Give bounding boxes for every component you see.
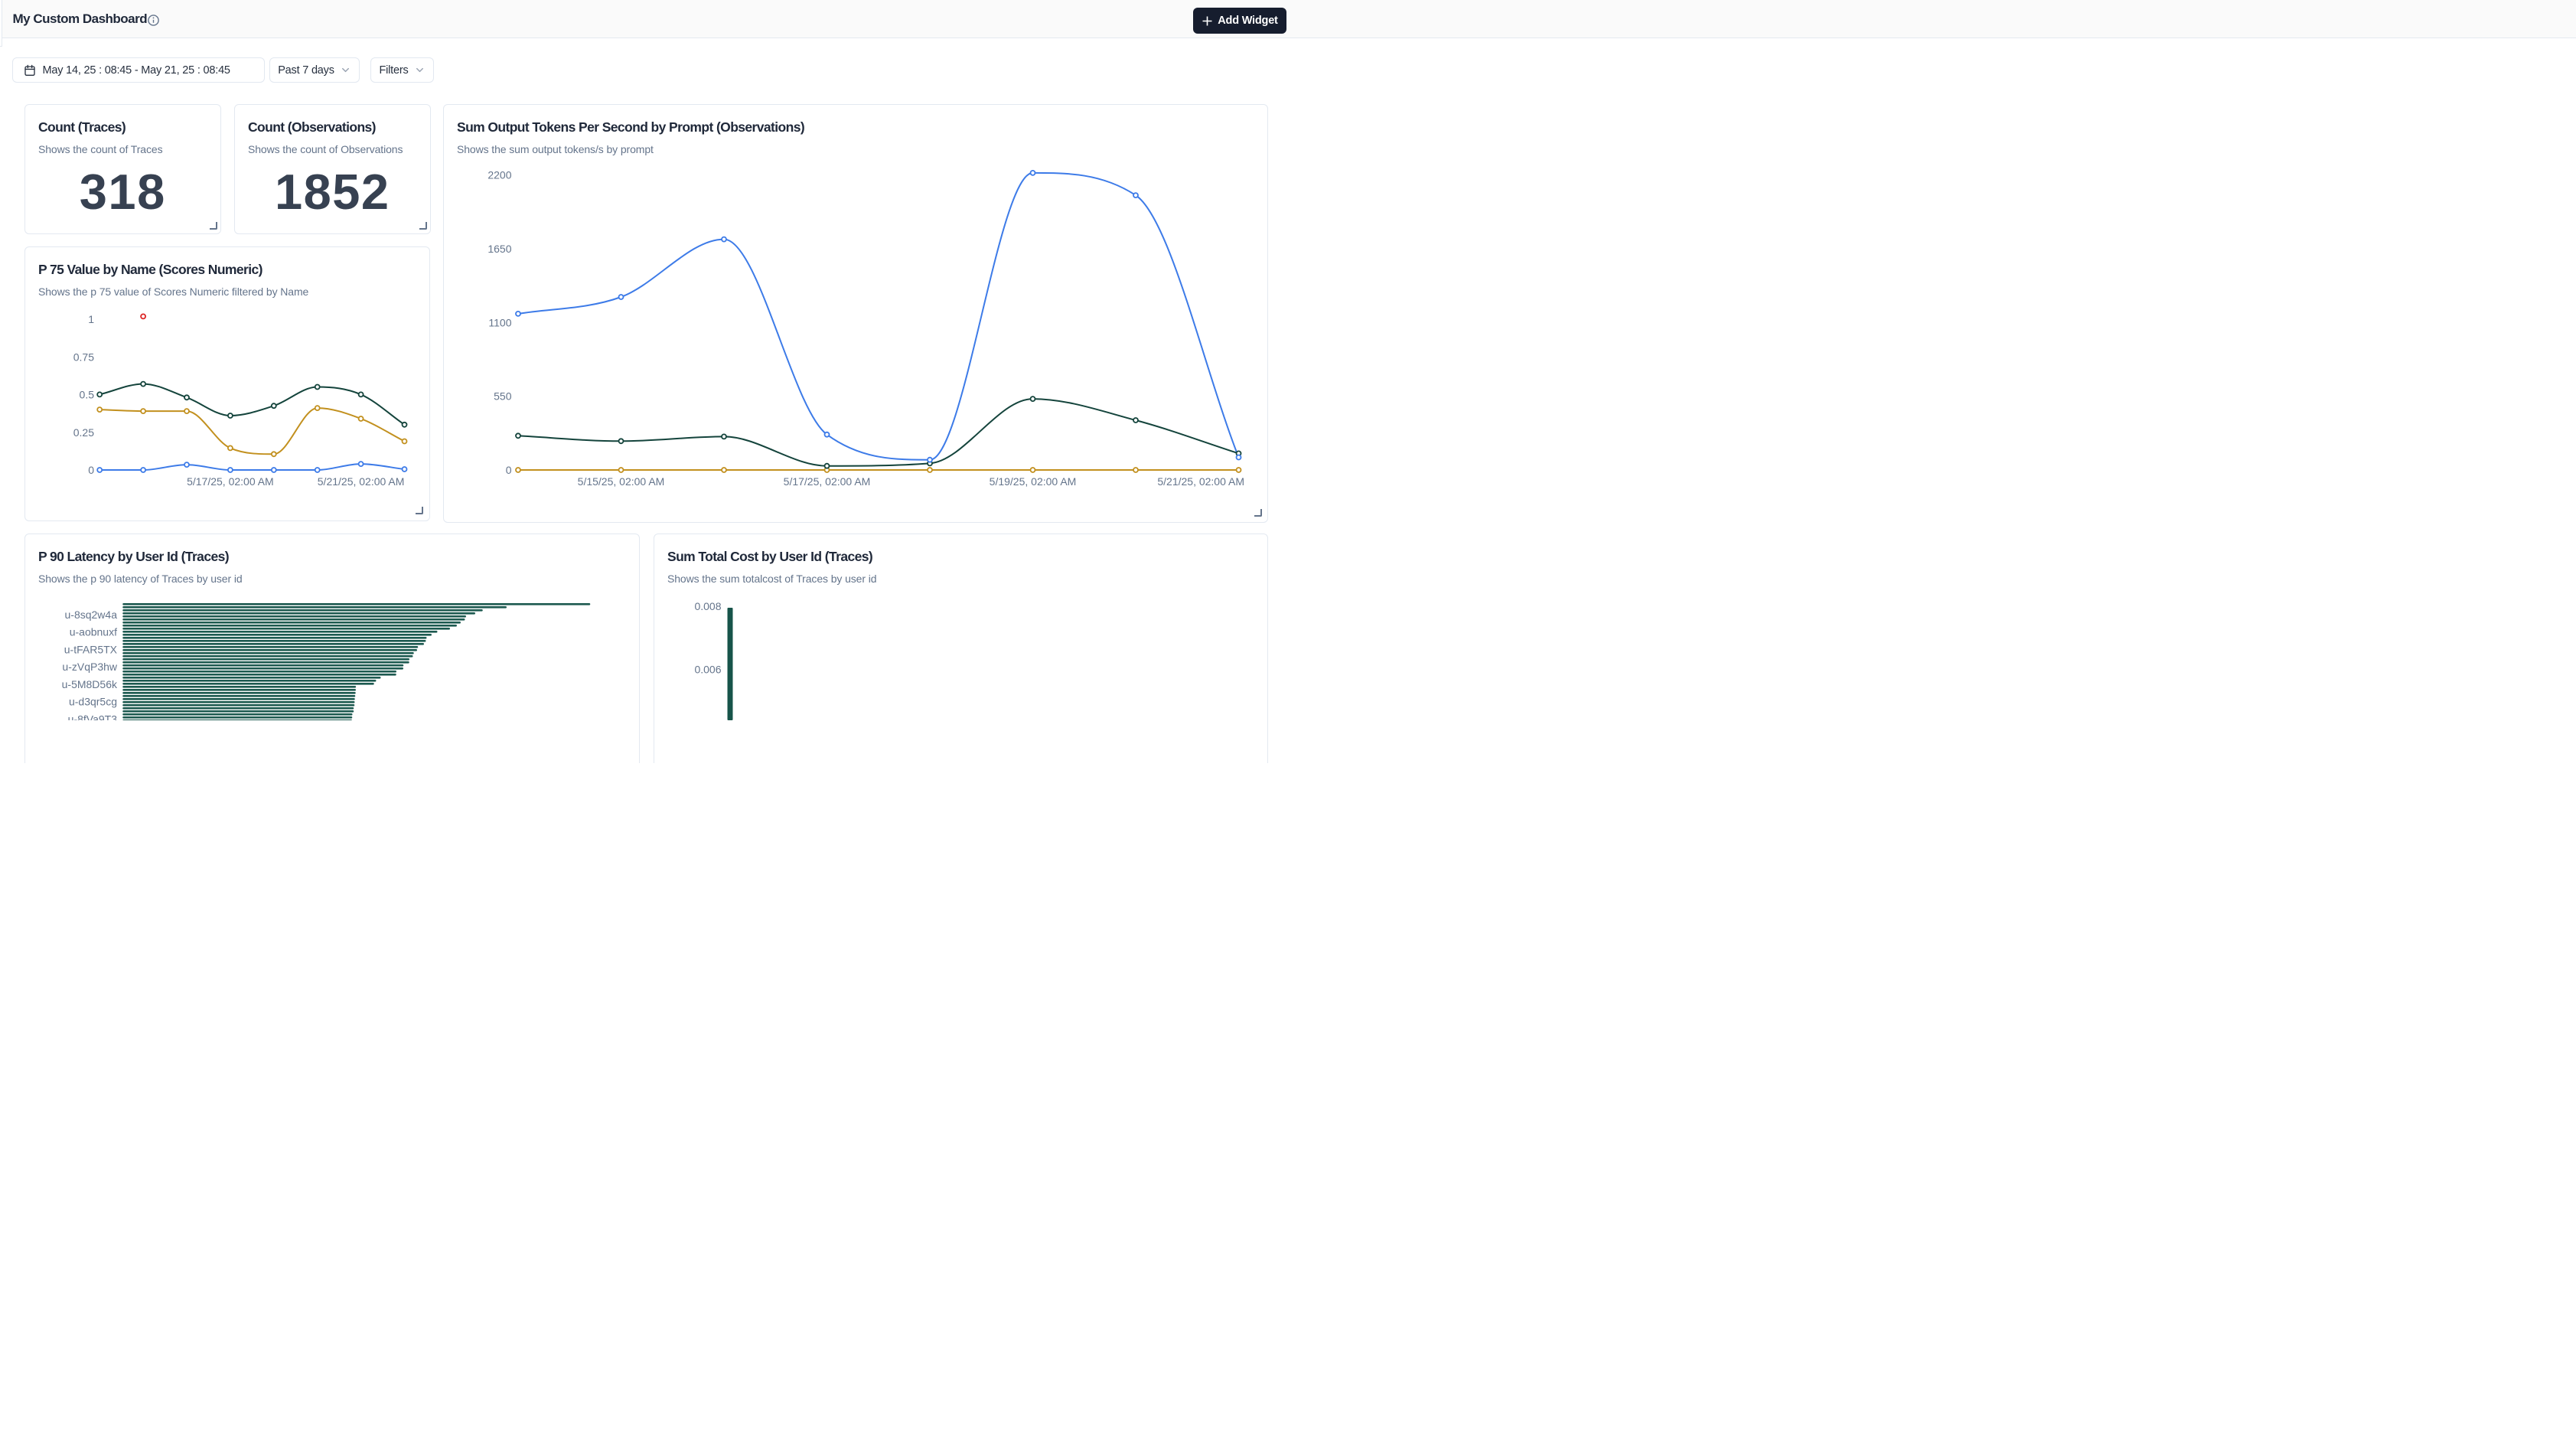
- svg-text:5/17/25, 02:00 AM: 5/17/25, 02:00 AM: [187, 475, 274, 488]
- svg-text:0: 0: [88, 464, 94, 476]
- svg-text:1650: 1650: [487, 243, 511, 255]
- svg-text:0.006: 0.006: [694, 664, 721, 676]
- svg-text:5/21/25, 02:00 AM: 5/21/25, 02:00 AM: [318, 475, 405, 488]
- svg-text:550: 550: [494, 390, 512, 403]
- svg-text:0.008: 0.008: [694, 600, 721, 612]
- svg-text:u-tFAR5TX: u-tFAR5TX: [64, 644, 118, 656]
- svg-text:0.5: 0.5: [80, 389, 95, 401]
- svg-text:u-aobnuxf: u-aobnuxf: [70, 626, 117, 638]
- svg-text:1100: 1100: [488, 316, 511, 328]
- svg-text:1: 1: [88, 313, 94, 325]
- svg-text:0.25: 0.25: [73, 426, 94, 439]
- svg-text:u-5M8D56k: u-5M8D56k: [62, 678, 118, 690]
- svg-text:u-zVqP3hw: u-zVqP3hw: [62, 661, 117, 673]
- svg-text:u-d3qr5cg: u-d3qr5cg: [69, 696, 117, 708]
- svg-text:5/21/25, 02:00 AM: 5/21/25, 02:00 AM: [1157, 475, 1244, 488]
- svg-text:u-8fVa9T3: u-8fVa9T3: [68, 713, 118, 721]
- svg-text:u-8sq2w4a: u-8sq2w4a: [65, 609, 118, 621]
- svg-text:2200: 2200: [487, 169, 511, 181]
- svg-text:5/15/25, 02:00 AM: 5/15/25, 02:00 AM: [578, 475, 665, 488]
- svg-text:0: 0: [506, 464, 512, 476]
- svg-text:5/17/25, 02:00 AM: 5/17/25, 02:00 AM: [784, 475, 871, 488]
- svg-text:0.75: 0.75: [73, 351, 94, 363]
- svg-text:5/19/25, 02:00 AM: 5/19/25, 02:00 AM: [990, 475, 1077, 488]
